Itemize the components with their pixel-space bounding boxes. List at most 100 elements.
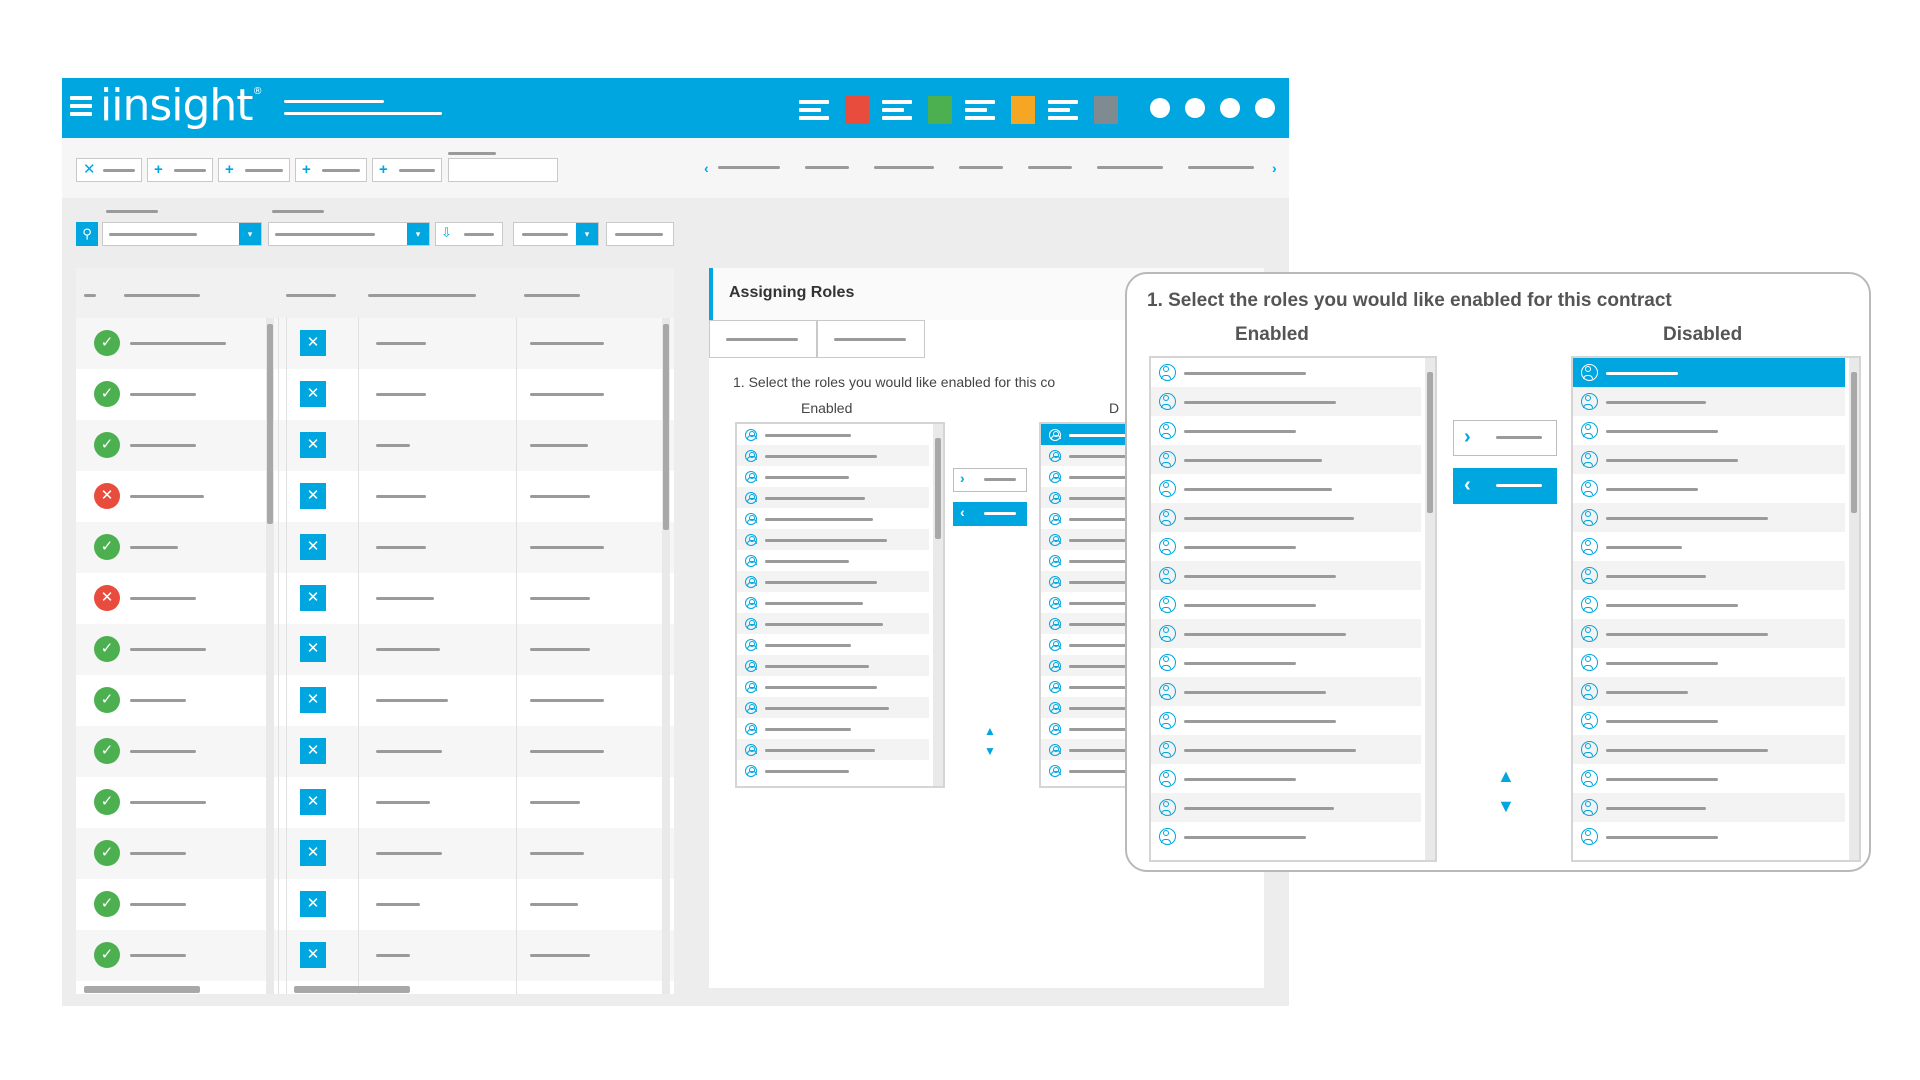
role-list-item[interactable] — [1151, 445, 1421, 474]
grid-scrollbar-left[interactable] — [266, 318, 274, 994]
list-scrollbar[interactable] — [1425, 358, 1435, 860]
role-list-item[interactable] — [737, 718, 929, 739]
role-list-item[interactable] — [1151, 561, 1421, 590]
tab-1[interactable] — [718, 166, 780, 169]
role-list-item[interactable] — [1573, 532, 1845, 561]
user-menu-dot-4[interactable] — [1255, 98, 1275, 118]
user-menu-dot-1[interactable] — [1150, 98, 1170, 118]
tab-2[interactable] — [805, 166, 849, 169]
tabs-prev-icon[interactable]: ‹ — [704, 160, 709, 176]
role-list-item[interactable] — [1151, 793, 1421, 822]
tab-3[interactable] — [874, 166, 934, 169]
status-counter-grey[interactable] — [1048, 96, 1118, 124]
zoom-move-right-button[interactable]: › — [1453, 420, 1557, 456]
role-list-item[interactable] — [1573, 619, 1845, 648]
filter-select-1[interactable]: ▾ — [102, 222, 262, 246]
role-list-item[interactable] — [737, 634, 929, 655]
table-row[interactable]: ✓ ✕ — [76, 930, 674, 981]
table-row[interactable]: ✓ ✕ — [76, 675, 674, 726]
zoom-enabled-roles-list[interactable] — [1149, 356, 1437, 862]
role-list-item[interactable] — [737, 697, 929, 718]
role-list-item[interactable] — [1151, 735, 1421, 764]
table-row[interactable]: ✓ ✕ — [76, 369, 674, 420]
table-row[interactable]: ✓ ✕ — [76, 624, 674, 675]
move-right-button[interactable]: › — [953, 468, 1027, 492]
add-button-4[interactable]: + — [372, 158, 442, 182]
add-button-3[interactable]: + — [295, 158, 367, 182]
role-list-item[interactable] — [737, 508, 929, 529]
role-list-item[interactable] — [737, 466, 929, 487]
table-row[interactable]: ✕ ✕ — [76, 573, 674, 624]
grid-scrollbar-right[interactable] — [662, 318, 670, 994]
delete-row-icon[interactable]: ✕ — [300, 381, 326, 407]
delete-row-icon[interactable]: ✕ — [300, 789, 326, 815]
delete-row-icon[interactable]: ✕ — [300, 636, 326, 662]
role-list-item[interactable] — [1151, 474, 1421, 503]
role-list-item[interactable] — [1151, 387, 1421, 416]
role-list-item[interactable] — [737, 760, 929, 781]
roles-tab-1[interactable] — [709, 320, 817, 358]
table-row[interactable]: ✕ ✕ — [76, 471, 674, 522]
tab-5[interactable] — [1028, 166, 1072, 169]
role-list-item[interactable] — [1573, 793, 1845, 822]
remove-button[interactable]: ✕ — [76, 158, 142, 182]
role-list-item[interactable] — [1573, 590, 1845, 619]
delete-row-icon[interactable]: ✕ — [300, 534, 326, 560]
role-list-item[interactable] — [737, 529, 929, 550]
role-list-item[interactable] — [1573, 503, 1845, 532]
role-list-item[interactable] — [1151, 822, 1421, 851]
delete-row-icon[interactable]: ✕ — [300, 330, 326, 356]
status-counter-green[interactable] — [882, 96, 952, 124]
menu-icon[interactable] — [70, 96, 92, 116]
role-list-item[interactable] — [737, 592, 929, 613]
role-list-item[interactable] — [737, 487, 929, 508]
user-menu-dot-3[interactable] — [1220, 98, 1240, 118]
role-list-item[interactable] — [737, 655, 929, 676]
move-up-icon[interactable]: ▲ — [984, 724, 996, 738]
enabled-roles-list[interactable] — [735, 422, 945, 788]
move-down-icon[interactable]: ▼ — [984, 744, 996, 758]
role-list-item[interactable] — [1573, 735, 1845, 764]
search-icon[interactable]: ⚲ — [76, 222, 98, 246]
role-list-item[interactable] — [737, 424, 929, 445]
delete-row-icon[interactable]: ✕ — [300, 891, 326, 917]
user-menu-dot-2[interactable] — [1185, 98, 1205, 118]
tabs-next-icon[interactable]: › — [1272, 160, 1277, 176]
status-counter-red[interactable] — [799, 96, 869, 124]
grid-hscroll-right[interactable] — [294, 986, 410, 993]
delete-row-icon[interactable]: ✕ — [300, 483, 326, 509]
add-button-2[interactable]: + — [218, 158, 290, 182]
role-list-item[interactable] — [1151, 532, 1421, 561]
role-list-item[interactable] — [1151, 677, 1421, 706]
role-list-item[interactable] — [737, 445, 929, 466]
role-list-item[interactable] — [1573, 416, 1845, 445]
table-row[interactable]: ✓ ✕ — [76, 828, 674, 879]
delete-row-icon[interactable]: ✕ — [300, 432, 326, 458]
list-scrollbar[interactable] — [1849, 358, 1859, 860]
zoom-move-down-icon[interactable]: ▼ — [1497, 796, 1515, 817]
table-row[interactable]: ✓ ✕ — [76, 879, 674, 930]
role-list-item[interactable] — [737, 613, 929, 634]
add-button-1[interactable]: + — [147, 158, 213, 182]
delete-row-icon[interactable]: ✕ — [300, 738, 326, 764]
role-list-item[interactable] — [1151, 706, 1421, 735]
zoom-move-left-button[interactable]: ‹ — [1453, 468, 1557, 504]
toolbar-input[interactable] — [448, 158, 558, 182]
delete-row-icon[interactable]: ✕ — [300, 687, 326, 713]
role-list-item[interactable] — [1573, 706, 1845, 735]
role-list-item[interactable] — [1573, 358, 1845, 387]
zoom-move-up-icon[interactable]: ▲ — [1497, 766, 1515, 787]
role-list-item[interactable] — [1573, 648, 1845, 677]
filter-select-3[interactable]: ▾ — [513, 222, 599, 246]
role-list-item[interactable] — [737, 676, 929, 697]
delete-row-icon[interactable]: ✕ — [300, 942, 326, 968]
list-scrollbar[interactable] — [933, 424, 943, 786]
role-list-item[interactable] — [1573, 764, 1845, 793]
tab-4[interactable] — [959, 166, 1003, 169]
roles-tab-2[interactable] — [817, 320, 925, 358]
role-list-item[interactable] — [1151, 619, 1421, 648]
role-list-item[interactable] — [737, 571, 929, 592]
filter-button[interactable] — [606, 222, 674, 246]
role-list-item[interactable] — [1573, 822, 1845, 851]
role-list-item[interactable] — [1151, 764, 1421, 793]
